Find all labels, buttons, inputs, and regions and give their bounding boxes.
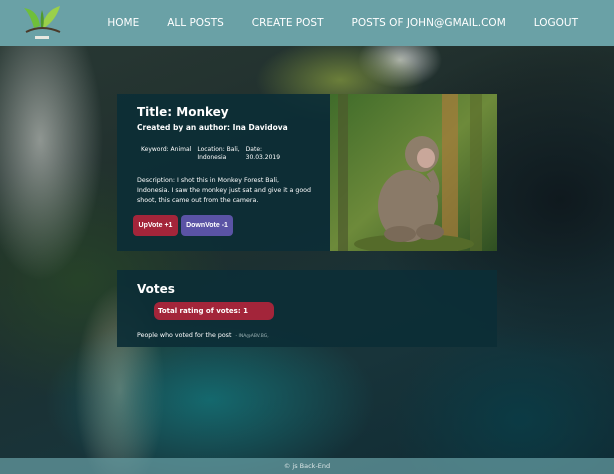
nav-all-posts-link[interactable]: ALL POSTS	[167, 17, 224, 29]
post-meta: Keyword: Animal Location: Bali, Indonesi…	[141, 146, 316, 162]
vote-buttons: UpVote +1 DownVote -1	[133, 215, 233, 236]
footer: © js Back-End	[0, 458, 614, 474]
post-date-label: Date:	[245, 146, 263, 153]
votes-panel: Votes Total rating of votes: 1 People wh…	[117, 270, 497, 347]
logo[interactable]	[20, 2, 64, 44]
upvote-button[interactable]: UpVote +1	[133, 215, 178, 236]
nav-logout-link[interactable]: LOGOUT	[534, 17, 578, 29]
votes-heading: Votes	[137, 282, 175, 296]
post-date-value: 30.03.2019	[245, 154, 281, 161]
post-keyword: Keyword: Animal	[141, 146, 192, 153]
post-description: Description: I shot this in Monkey Fores…	[137, 177, 312, 204]
post-image-monkey	[330, 94, 497, 251]
voters-list: - INA@ABV.BG,	[235, 334, 269, 339]
post-date: Date: 30.03.2019	[246, 146, 280, 162]
post-author: Created by an author: Ina Davidova	[137, 123, 288, 132]
voters-line: People who voted for the post - INA@ABV.…	[137, 332, 269, 339]
post-location-line1: Location: Bali,	[197, 146, 240, 153]
nav-create-post-link[interactable]: CREATE POST	[252, 17, 324, 29]
post-location: Location: Bali, Indonesia	[197, 146, 239, 162]
post-title: Title: Monkey	[137, 105, 229, 119]
voters-label: People who voted for the post	[137, 332, 232, 339]
post-details: Title: Monkey Created by an author: Ina …	[117, 94, 330, 251]
post-card: Title: Monkey Created by an author: Ina …	[117, 94, 497, 251]
top-navbar: HOME ALL POSTS CREATE POST POSTS OF JOHN…	[0, 0, 614, 46]
post-location-line2: Indonesia	[197, 154, 227, 161]
nav-home-link[interactable]: HOME	[107, 17, 139, 29]
nav-links: HOME ALL POSTS CREATE POST POSTS OF JOHN…	[107, 0, 614, 46]
total-rating-badge: Total rating of votes: 1	[154, 302, 274, 320]
nav-user-posts-link[interactable]: POSTS OF JOHN@GMAIL.COM	[352, 17, 506, 29]
downvote-button[interactable]: DownVote -1	[181, 215, 233, 236]
